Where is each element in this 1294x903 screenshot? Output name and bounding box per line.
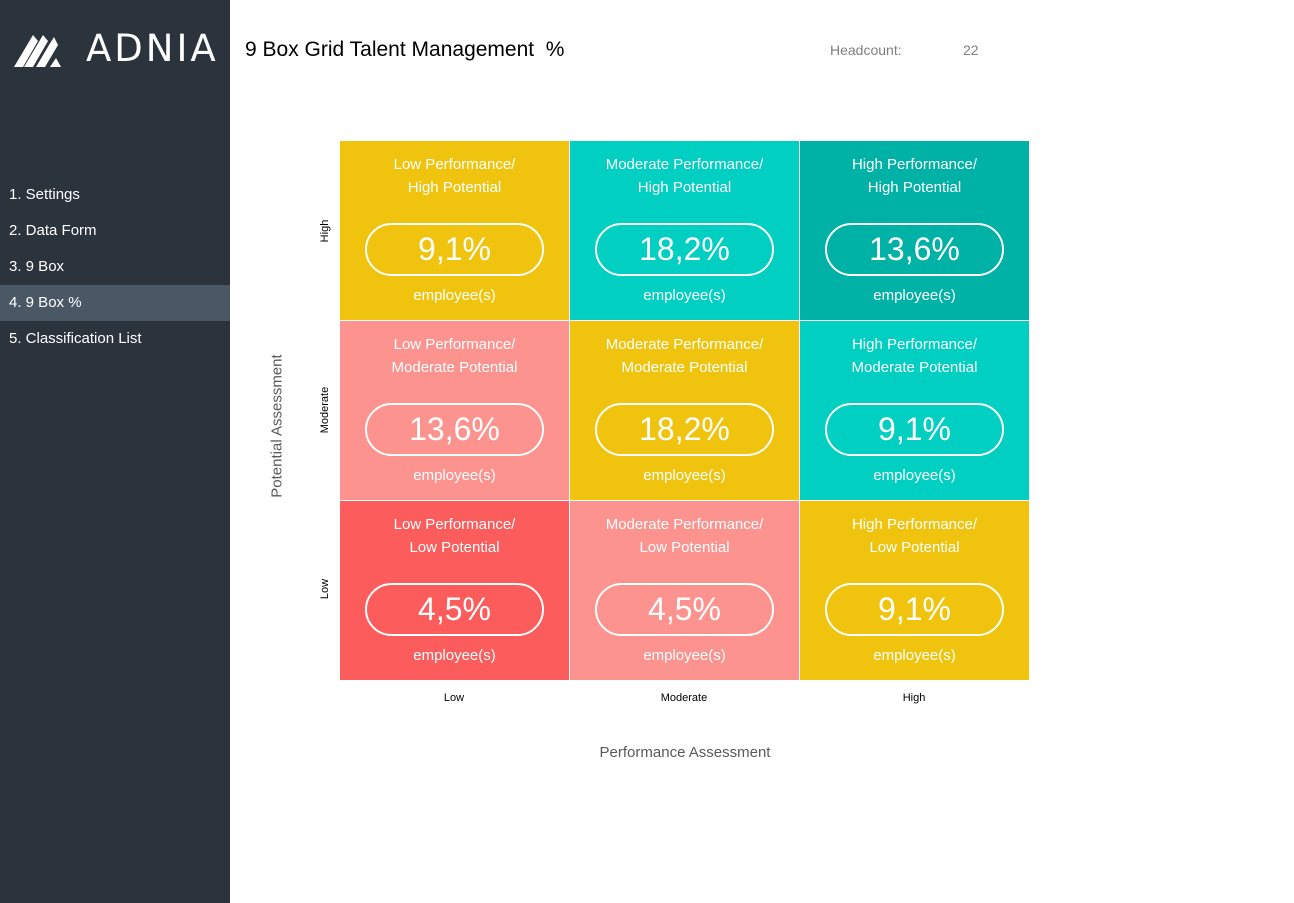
cell-percentage: 9,1% — [365, 223, 544, 276]
page-title: 9 Box Grid Talent Management % — [245, 38, 565, 61]
cell-title-line1: Moderate Performance/ — [605, 516, 764, 533]
cell-high-perf-high-pot: High Performance/High Potential 13,6% em… — [800, 141, 1029, 320]
sidebar-item-9-box[interactable]: 3. 9 Box — [0, 249, 230, 285]
cell-low-perf-high-pot: Low Performance/High Potential 9,1% empl… — [340, 141, 569, 320]
cell-moderate-perf-low-pot: Moderate Performance/Low Potential 4,5% … — [570, 501, 799, 680]
y-tick-moderate: Moderate — [319, 386, 331, 434]
sidebar-item-9-box-percent[interactable]: 4. 9 Box % — [0, 285, 230, 321]
sidebar-item-data-form[interactable]: 2. Data Form — [0, 213, 230, 249]
cell-subtitle: employee(s) — [413, 467, 496, 484]
cell-title: High Performance/Moderate Potential — [800, 333, 1029, 379]
y-axis-title: Potential Assessment — [268, 354, 286, 498]
cell-title: Moderate Performance/Moderate Potential — [570, 333, 799, 379]
x-tick-moderate: Moderate — [660, 692, 708, 704]
cell-title-line1: Moderate Performance/ — [605, 336, 764, 353]
cell-title: Low Performance/Moderate Potential — [340, 333, 569, 379]
cell-title-line2: Moderate Potential — [621, 359, 748, 376]
cell-subtitle: employee(s) — [873, 287, 956, 304]
x-tick-high: High — [902, 692, 926, 704]
cell-title-line1: Low Performance/ — [393, 156, 516, 173]
cell-percentage: 18,2% — [595, 223, 774, 276]
sidebar-nav: 1. Settings 2. Data Form 3. 9 Box 4. 9 B… — [0, 177, 230, 357]
cell-title-line2: Low Potential — [409, 539, 500, 556]
cell-title-line2: High Potential — [637, 179, 732, 196]
cell-percentage: 9,1% — [825, 403, 1004, 456]
cell-subtitle: employee(s) — [873, 647, 956, 664]
cell-moderate-perf-moderate-pot: Moderate Performance/Moderate Potential … — [570, 321, 799, 500]
cell-subtitle: employee(s) — [643, 287, 726, 304]
sidebar: ADNIA 1. Settings 2. Data Form 3. 9 Box … — [0, 0, 230, 903]
brand-name: ADNIA — [86, 27, 219, 70]
sidebar-item-classification-list[interactable]: 5. Classification List — [0, 321, 230, 357]
cell-title-line1: Low Performance/ — [393, 516, 516, 533]
cell-percentage: 13,6% — [825, 223, 1004, 276]
y-tick-high: High — [319, 219, 331, 243]
cell-subtitle: employee(s) — [643, 647, 726, 664]
headcount-value: 22 — [963, 42, 979, 58]
cell-title: High Performance/Low Potential — [800, 513, 1029, 559]
cell-subtitle: employee(s) — [413, 287, 496, 304]
cell-title: Low Performance/High Potential — [340, 153, 569, 199]
cell-high-perf-low-pot: High Performance/Low Potential 9,1% empl… — [800, 501, 1029, 680]
cell-title-line2: High Potential — [867, 179, 962, 196]
cell-title-line2: High Potential — [407, 179, 502, 196]
cell-title-line2: Moderate Potential — [391, 359, 518, 376]
y-tick-low: Low — [319, 578, 331, 600]
x-tick-low: Low — [443, 692, 465, 704]
cell-title: High Performance/High Potential — [800, 153, 1029, 199]
cell-percentage: 4,5% — [595, 583, 774, 636]
cell-low-perf-moderate-pot: Low Performance/Moderate Potential 13,6%… — [340, 321, 569, 500]
cell-title-line1: High Performance/ — [851, 336, 978, 353]
cell-subtitle: employee(s) — [643, 467, 726, 484]
logo: ADNIA — [14, 30, 219, 67]
cell-title: Moderate Performance/Low Potential — [570, 513, 799, 559]
cell-subtitle: employee(s) — [873, 467, 956, 484]
cell-high-perf-moderate-pot: High Performance/Moderate Potential 9,1%… — [800, 321, 1029, 500]
cell-percentage: 13,6% — [365, 403, 544, 456]
adnia-logo-icon — [14, 34, 61, 67]
cell-title-line1: Moderate Performance/ — [605, 156, 764, 173]
cell-title-line1: High Performance/ — [851, 516, 978, 533]
cell-title: Low Performance/Low Potential — [340, 513, 569, 559]
cell-moderate-perf-high-pot: Moderate Performance/High Potential 18,2… — [570, 141, 799, 320]
cell-title-line2: Moderate Potential — [851, 359, 978, 376]
cell-title-line2: Low Potential — [639, 539, 730, 556]
headcount-label: Headcount: — [830, 42, 902, 58]
cell-percentage: 18,2% — [595, 403, 774, 456]
cell-title-line1: Low Performance/ — [393, 336, 516, 353]
cell-percentage: 9,1% — [825, 583, 1004, 636]
cell-title: Moderate Performance/High Potential — [570, 153, 799, 199]
cell-title-line2: Low Potential — [869, 539, 960, 556]
cell-percentage: 4,5% — [365, 583, 544, 636]
cell-low-perf-low-pot: Low Performance/Low Potential 4,5% emplo… — [340, 501, 569, 680]
cell-title-line1: High Performance/ — [851, 156, 978, 173]
nine-box-grid: Low Performance/High Potential 9,1% empl… — [340, 141, 1029, 680]
x-axis-title: Performance Assessment — [599, 744, 771, 761]
sidebar-item-settings[interactable]: 1. Settings — [0, 177, 230, 213]
cell-subtitle: employee(s) — [413, 647, 496, 664]
